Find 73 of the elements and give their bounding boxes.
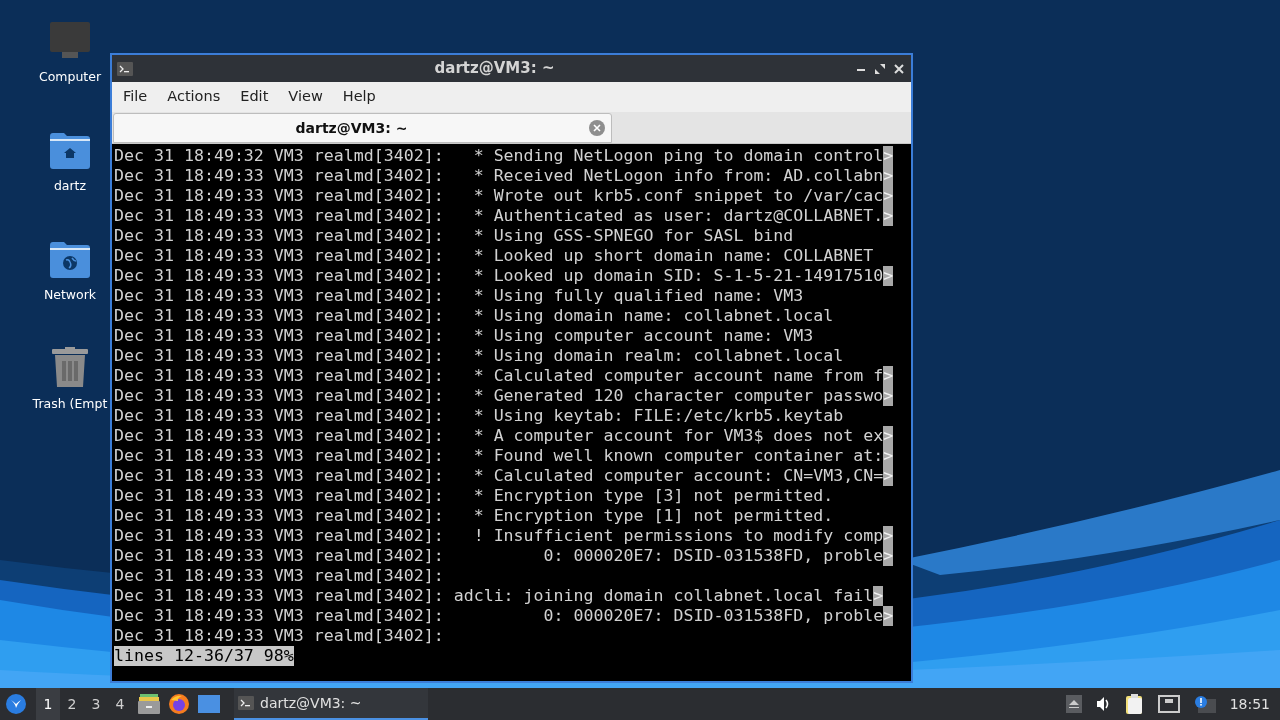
log-line: Dec 31 18:49:33 VM3 realmd[3402]: * Found well known computer container at: <box>114 446 884 466</box>
workspace-button[interactable]: 2 <box>60 688 84 720</box>
log-line: Dec 31 18:49:33 VM3 realmd[3402]: * Using domain name: collabnet.local <box>114 306 834 326</box>
overflow-marker: > <box>883 206 894 226</box>
menu-item[interactable]: File <box>113 86 158 108</box>
terminal-icon <box>238 696 254 710</box>
overflow-marker: > <box>883 166 894 186</box>
terminal-icon <box>117 61 133 76</box>
log-line: Dec 31 18:49:33 VM3 realmd[3402]: * Generated 120 character computer passwo <box>114 386 884 406</box>
log-line: Dec 31 18:49:33 VM3 realmd[3402]: * Looked up short domain name: COLLABNET <box>114 246 874 266</box>
log-line: Dec 31 18:49:33 VM3 realmd[3402]: adcli: joining domain collabnet.local fail <box>114 586 874 606</box>
overflow-marker: > <box>883 606 894 626</box>
desktop-icon-label[interactable]: Network <box>43 286 97 305</box>
network-icon[interactable] <box>1157 695 1180 713</box>
overflow-marker: > <box>873 586 884 606</box>
log-line: Dec 31 18:49:33 VM3 realmd[3402]: * Calculated computer account name from f <box>114 366 884 386</box>
overflow-marker: > <box>883 446 894 466</box>
log-line: Dec 31 18:49:33 VM3 realmd[3402]: * Using keytab: FILE:/etc/krb5.keytab <box>114 406 844 426</box>
terminal-tab[interactable]: dartz@VM3: ~ <box>113 113 612 143</box>
trash-icon <box>52 347 88 387</box>
workspace-button[interactable]: 1 <box>36 688 60 720</box>
network-folder-icon <box>50 242 90 278</box>
window-title: dartz@VM3: ~ <box>433 58 556 80</box>
log-line: Dec 31 18:49:33 VM3 realmd[3402]: ! Insufficient permissions to modify comp <box>114 526 884 546</box>
log-line: Dec 31 18:49:33 VM3 realmd[3402]: * Encryption type [1] not permitted. <box>114 506 834 526</box>
overflow-marker: > <box>883 466 894 486</box>
maximize-icon[interactable] <box>875 63 885 74</box>
desktop-icon-label[interactable]: Computer <box>38 68 102 87</box>
menu-item[interactable]: Help <box>332 86 386 108</box>
log-line: Dec 31 18:49:33 VM3 realmd[3402]: * Using domain realm: collabnet.local <box>114 346 844 366</box>
overflow-marker: > <box>883 526 894 546</box>
menu-item[interactable]: Edit <box>230 86 279 108</box>
overflow-marker: > <box>883 186 894 206</box>
desktop-icon-label[interactable]: Trash (Empt <box>32 395 108 414</box>
clock[interactable]: 18:51 <box>1229 693 1270 715</box>
close-icon[interactable] <box>894 63 904 74</box>
log-line: Dec 31 18:49:32 VM3 realmd[3402]: * Sending NetLogon ping to domain control <box>114 146 884 166</box>
log-line: Dec 31 18:49:33 VM3 realmd[3402]: 0: 000020E7: DSID-031538FD, proble <box>114 606 884 626</box>
log-line: Dec 31 18:49:33 VM3 realmd[3402]: * Encryption type [3] not permitted. <box>114 486 834 506</box>
pager-status: lines 12-36/37 98% <box>114 646 294 666</box>
overflow-marker: > <box>883 546 894 566</box>
clipboard-icon[interactable] <box>1125 694 1144 714</box>
task-button[interactable]: dartz@VM3: ~ <box>234 688 428 720</box>
overflow-marker: > <box>883 386 894 406</box>
tab-close-icon[interactable] <box>589 120 605 136</box>
workspace-button[interactable]: 4 <box>108 688 132 720</box>
log-line: Dec 31 18:49:33 VM3 realmd[3402]: * A computer account for VM3$ does not ex <box>114 426 884 446</box>
home-folder-icon <box>50 133 90 169</box>
log-line: Dec 31 18:49:33 VM3 realmd[3402]: * Using computer account name: VM3 <box>114 326 814 346</box>
web-browser-icon[interactable] <box>168 693 190 715</box>
menu-item[interactable]: View <box>278 86 333 108</box>
log-line: Dec 31 18:49:33 VM3 realmd[3402]: * Authenticated as user: dartz@COLLABNET. <box>114 206 884 226</box>
eject-icon[interactable] <box>1065 695 1082 713</box>
log-line: Dec 31 18:49:33 VM3 realmd[3402]: * Wrote out krb5.conf snippet to /var/cac <box>114 186 884 206</box>
log-line: Dec 31 18:49:33 VM3 realmd[3402]: <box>114 566 444 586</box>
overflow-marker: > <box>883 146 894 166</box>
log-line: Dec 31 18:49:33 VM3 realmd[3402]: * Using fully qualified name: VM3 <box>114 286 804 306</box>
overflow-marker: > <box>883 366 894 386</box>
log-line: Dec 31 18:49:33 VM3 realmd[3402]: * Using GSS-SPNEGO for SASL bind <box>114 226 794 246</box>
menu-item[interactable]: Actions <box>157 86 231 108</box>
monitor-icon <box>50 22 90 60</box>
desktop-icon-label[interactable]: dartz <box>53 177 87 196</box>
start-menu-icon[interactable] <box>6 694 26 714</box>
log-line: Dec 31 18:49:33 VM3 realmd[3402]: 0: 000020E7: DSID-031538FD, proble <box>114 546 884 566</box>
log-line: Dec 31 18:49:33 VM3 realmd[3402]: * Looked up domain SID: S-1-5-21-14917510 <box>114 266 884 286</box>
overflow-marker: > <box>883 426 894 446</box>
notification-icon[interactable] <box>1193 695 1216 713</box>
overflow-marker: > <box>883 266 894 286</box>
log-line: Dec 31 18:49:33 VM3 realmd[3402]: * Received NetLogon info from: AD.collabn <box>114 166 884 186</box>
log-line: Dec 31 18:49:33 VM3 realmd[3402]: <box>114 626 444 646</box>
workspace-button[interactable]: 3 <box>84 688 108 720</box>
file-manager-icon[interactable] <box>138 694 160 714</box>
log-line: Dec 31 18:49:33 VM3 realmd[3402]: * Calculated computer account: CN=VM3,CN= <box>114 466 884 486</box>
